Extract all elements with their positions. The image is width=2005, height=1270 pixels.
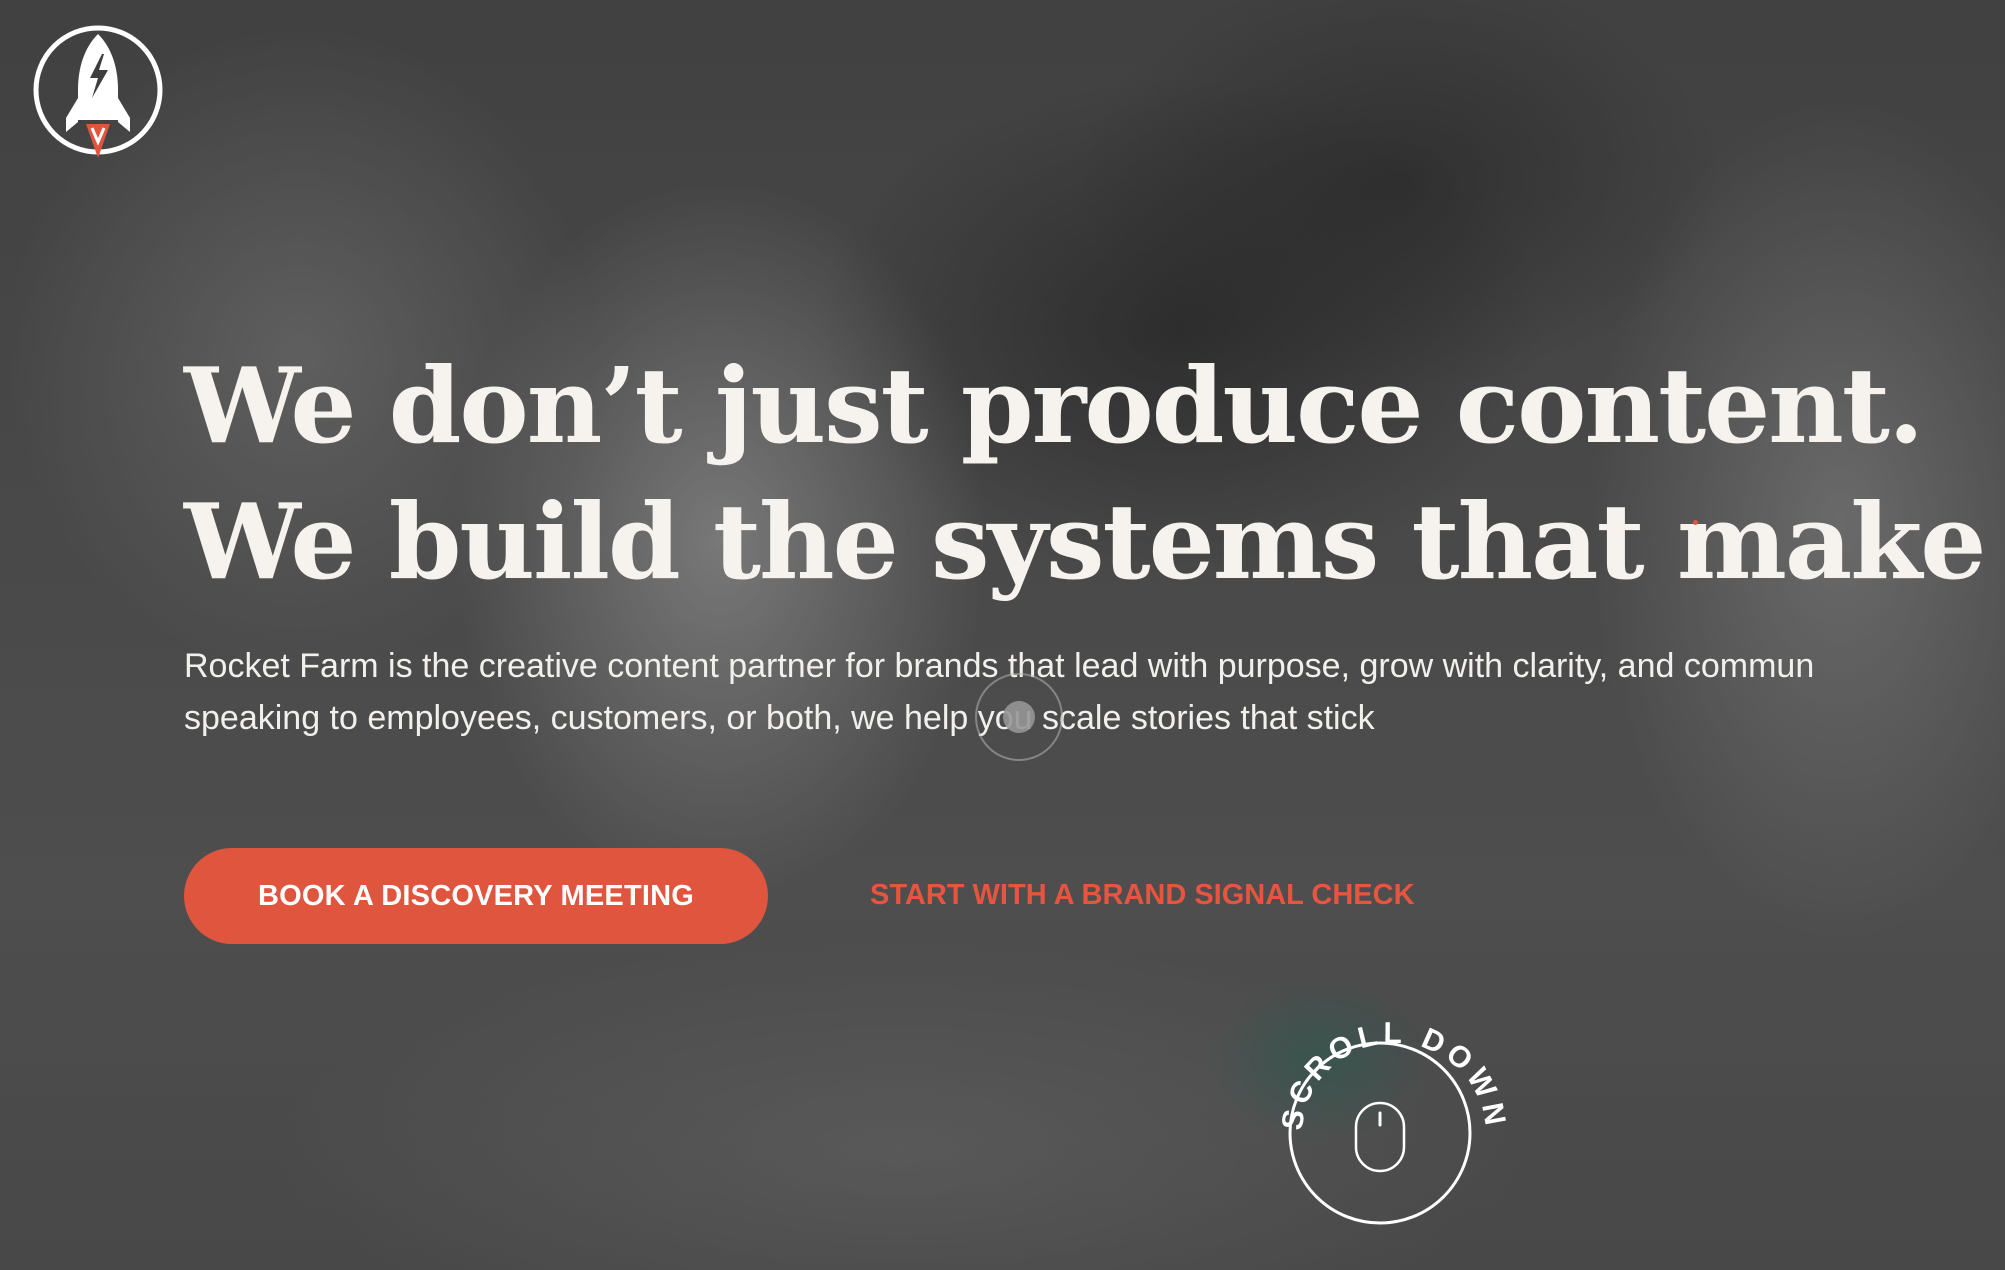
cursor-dot: [1003, 701, 1035, 733]
hero-section: We don’t just produce content. We build …: [0, 0, 2005, 1270]
brand-signal-check-link[interactable]: START WITH A BRAND SIGNAL CHECK: [870, 872, 1415, 918]
hero-overlay: [0, 0, 2005, 1270]
scroll-down-indicator[interactable]: SCROLL DOWN: [1250, 985, 1510, 1225]
mouse-icon: [1354, 1101, 1406, 1173]
rocket-icon: [33, 25, 163, 158]
book-discovery-meeting-button[interactable]: BOOK A DISCOVERY MEETING: [184, 848, 768, 944]
headline-line-2: We build the systems that make it ma: [184, 480, 2005, 603]
red-dot-marker: [1693, 520, 1698, 525]
scroll-circle: [1288, 1041, 1472, 1225]
hero-headline: We don’t just produce content. We build …: [184, 338, 2005, 610]
rocket-logo[interactable]: [32, 20, 164, 160]
headline-line-1: We don’t just produce content.: [184, 344, 1924, 467]
